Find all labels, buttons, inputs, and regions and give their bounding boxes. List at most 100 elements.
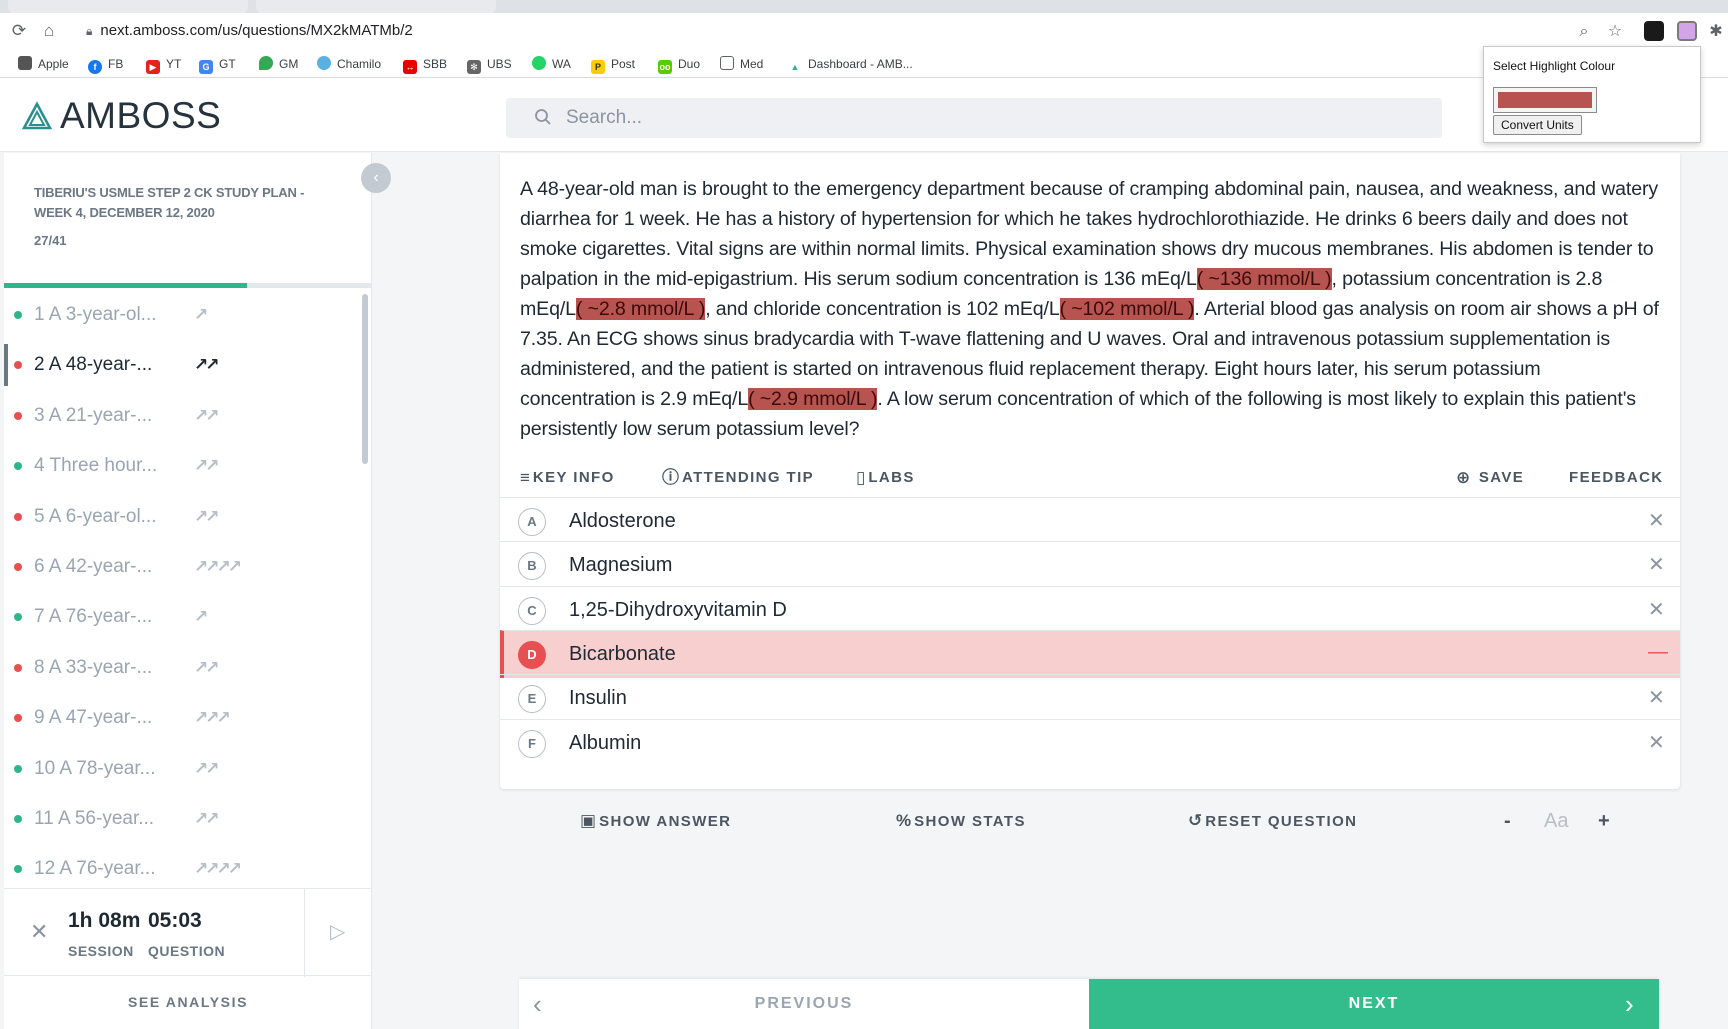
session-progress-bar [4,283,372,288]
home-icon[interactable]: ⌂ [40,22,58,40]
reload-icon[interactable]: ⟳ [10,22,28,40]
minus-icon[interactable]: — [1648,641,1668,664]
difficulty-hammer-icon: ↗ [194,305,208,324]
reset-question-button[interactable]: ↺ RESET QUESTION [1188,806,1357,836]
sidebar-question-item[interactable]: 4 Three hour... ↗↗ [4,441,359,491]
play-icon[interactable]: ▷ [330,919,345,944]
strike-out-icon[interactable]: ✕ [1648,597,1665,622]
highlighted-conversion[interactable]: ( ~136 mmol/L ) [1196,268,1332,290]
answer-text: Bicarbonate [569,642,676,665]
percent-icon: % [896,811,912,830]
bookmark-wa[interactable]: WA [532,56,571,72]
study-plan-title: TIBERIU'S USMLE STEP 2 CK STUDY PLAN - W… [34,185,305,220]
url-field[interactable]: 🔒︎ next.amboss.com/us/questions/MX2kMATMb… [86,18,413,44]
highlighted-conversion[interactable]: ( ~2.8 mmol/L ) [575,298,705,320]
highlighted-conversion[interactable]: ( ~102 mmol/L ) [1059,298,1195,320]
highlight-colour-picker[interactable] [1493,87,1597,113]
timer-divider [304,889,305,977]
answer-option-d[interactable]: D Bicarbonate — [500,629,1680,678]
show-answer-button[interactable]: ▣ SHOW ANSWER [580,806,731,836]
key-info-button[interactable]: ≡ KEY INFO [520,465,615,491]
logo-wordmark: AMBOSS [60,95,222,136]
status-dot [14,865,22,874]
question-item-label: 6 A 42-year-... [34,556,153,577]
sidebar-question-item[interactable]: 1 A 3-year-ol... ↗ [4,290,359,340]
difficulty-hammer-icon: ↗↗ [194,456,219,476]
sidebar-question-item[interactable]: 10 A 78-year... ↗↗ [4,744,359,794]
sidebar-question-item[interactable]: 8 A 33-year-... ↗↗ [4,643,359,693]
previous-button[interactable]: ‹ PREVIOUS [519,979,1089,1029]
facebook-icon: f [88,60,102,74]
answer-option-b[interactable]: B Magnesium ✕ [500,541,1680,589]
save-button[interactable]: ⊕ SAVE [1456,465,1524,491]
strike-out-icon[interactable]: ✕ [1648,730,1665,755]
strike-out-icon[interactable]: ✕ [1648,552,1665,577]
answer-option-c[interactable]: C 1,25-Dihydroxyvitamin D ✕ [500,585,1680,634]
bookmark-duo[interactable]: oo Duo [658,56,700,74]
reset-icon: ↺ [1188,811,1203,830]
sidebar-question-item[interactable]: 5 A 6-year-ol... ↗↗ [4,492,359,542]
sidebar-question-item[interactable]: 2 A 48-year-... ↗↗ [4,340,359,390]
status-dot [14,462,22,471]
answer-option-f[interactable]: F Albumin ✕ [500,718,1680,767]
convert-units-button[interactable]: Convert Units [1493,115,1582,135]
see-analysis-button[interactable]: SEE ANALYSIS [4,976,372,1029]
status-dot [14,815,22,823]
bookmark-dashboard[interactable]: ▲ Dashboard - AMB... [788,56,913,72]
bookmark-fb[interactable]: f FB [88,56,123,74]
bookmark-gt[interactable]: G GT [199,56,236,74]
highlighted-conversion[interactable]: ( ~2.9 mmol/L ) [748,388,878,410]
labs-button[interactable]: ▯ LABS [856,465,915,491]
font-increase-button[interactable]: + [1598,806,1610,836]
amboss-logo[interactable]: AMBOSS [22,95,222,136]
answer-option-e[interactable]: E Insulin ✕ [500,674,1680,722]
extension-icon[interactable] [1644,21,1664,41]
next-button[interactable]: NEXT › [1089,979,1659,1029]
sidebar-question-item[interactable]: 3 A 21-year-... ↗↗ [4,391,359,441]
browser-tab[interactable] [256,0,496,13]
close-timer-icon[interactable]: ✕ [30,919,48,945]
scrollbar-thumb[interactable] [362,294,368,464]
sidebar-question-item[interactable]: 7 A 76-year-... ↗ [4,592,359,642]
bookmark-yt[interactable]: ▶ YT [146,56,181,74]
sidebar-question-item[interactable]: 12 A 76-year... ↗↗↗↗ [4,844,359,890]
question-item-label: 3 A 21-year-... [34,404,153,426]
bookmark-gm[interactable]: GM [259,56,298,72]
bookmark-apple[interactable]: Apple [18,56,69,72]
attending-tip-button[interactable]: ⓘ ATTENDING TIP [662,465,814,491]
feedback-button[interactable]: FEEDBACK [1569,465,1664,491]
bookmark-star-icon[interactable]: ☆ [1605,22,1625,42]
search-input[interactable]: Search... [506,98,1442,138]
question-item-label: 1 A 3-year-ol... [34,304,157,325]
bookmark-sbb[interactable]: ↔ SBB [403,56,447,74]
chevron-left-icon: ‹ [373,169,379,186]
bookmark-chamilo[interactable]: Chamilo [317,56,381,72]
clipboard-icon: ▯ [856,468,866,487]
browser-tab[interactable] [8,0,248,13]
difficulty-hammer-icon: ↗↗↗ [194,708,231,728]
sidebar-question-item[interactable]: 9 A 47-year-... ↗↗↗ [4,693,359,743]
answer-option-a[interactable]: A Aldosterone ✕ [500,497,1680,545]
answer-letter: E [518,685,546,714]
zoom-icon[interactable]: ⌕ [1574,22,1594,42]
sidebar-question-item[interactable]: 11 A 56-year... ↗↗ [4,794,359,844]
status-dot [14,764,22,773]
bookmark-ubs[interactable]: ✻ UBS [467,56,512,74]
show-stats-button[interactable]: % SHOW STATS [896,806,1026,836]
question-tools: ≡ KEY INFO ⓘ ATTENDING TIP ▯ LABS ⊕ SAVE FE… [520,465,1662,491]
answer-letter: D [518,640,546,669]
status-dot [14,663,22,672]
sidebar-question-item[interactable]: 6 A 42-year-... ↗↗↗↗ [4,542,359,592]
highlight-extension-icon[interactable] [1677,21,1697,41]
question-card: A 48-year-old man is brought to the emer… [500,153,1680,789]
collapse-sidebar-button[interactable]: ‹ [361,163,391,193]
font-decrease-button[interactable]: - [1504,806,1511,836]
extensions-puzzle-icon[interactable]: ✱ [1706,22,1726,42]
question-navigation: ‹ PREVIOUS NEXT › [519,979,1659,1029]
strike-out-icon[interactable]: ✕ [1648,685,1665,710]
status-dot [14,613,22,622]
bookmark-post[interactable]: P Post [591,56,635,74]
strike-out-icon[interactable]: ✕ [1648,508,1665,533]
bookmark-med[interactable]: Med [720,56,763,72]
browser-tab-strip [0,0,1728,13]
